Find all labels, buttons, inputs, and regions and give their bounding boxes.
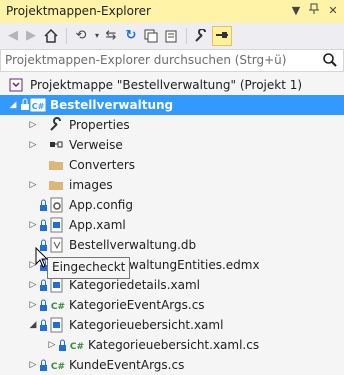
tree-item-label: Kategorieuebersicht.xaml [69,318,224,332]
tree-item-label: Kategorieuebersicht.xaml.cs [88,338,260,352]
back-icon[interactable]: ◀ [4,27,22,45]
svg-text:C#: C# [70,342,84,352]
lock-icon [40,219,47,231]
title-bar: Projektmappen-Explorer ▼ ✕ [0,0,344,23]
tree-item-label: KategorieEventArgs.cs [69,298,205,312]
show-all-files-icon[interactable] [162,27,180,45]
tree-item-images[interactable]: ▷ images [0,175,344,195]
tree-item-label: KundeEventArgs.cs [69,358,185,372]
references-icon [50,141,63,148]
tree-item-label: Bestellverwaltung [50,98,174,112]
search-icon[interactable] [322,52,338,68]
config-file-icon [50,197,63,213]
tree-item-label: Properties [69,118,130,132]
xaml-file-icon [50,277,63,293]
csharp-file-icon: C# [70,342,84,352]
lock-icon [40,299,47,311]
csharp-project-icon: C# [30,98,46,112]
tree-item-kunde-event-args[interactable]: ▷ C# KundeEventArgs.cs [0,355,344,375]
expand-arrow-icon[interactable]: ▷ [28,179,38,191]
svg-text:C#: C# [51,362,65,372]
expand-arrow-icon[interactable]: ▷ [28,119,38,131]
xaml-file-icon [50,317,63,333]
tree-item-db[interactable]: Bestellverwaltung.db [0,235,344,255]
toolbar: ◀ ▶ ⟲ ▾ ⇆ ↻ [0,23,344,50]
search-input[interactable] [5,51,305,68]
tree-item-solution[interactable]: Projektmappe "Bestellverwaltung" (Projek… [0,75,344,95]
solution-icon [9,78,23,92]
tree-item-label: Verweise [69,138,123,152]
properties-wrench-icon[interactable] [192,27,210,45]
lock-icon [40,359,47,371]
preview-pin-icon[interactable] [212,26,232,46]
xaml-file-icon [50,217,63,233]
tree-item-kategorieuebersicht-cs[interactable]: ▷ C# Kategorieuebersicht.xaml.cs [0,335,344,355]
tree-item-app-xaml[interactable]: ▷ App.xaml [0,215,344,235]
tree-item-label: App.xaml [69,218,126,232]
folder-icon [49,181,63,190]
expand-arrow-icon[interactable]: ▷ [28,359,38,371]
svg-text:C#: C# [32,102,45,111]
forward-icon[interactable]: ▶ [22,27,40,45]
expand-arrow-icon[interactable]: ▷ [28,219,38,231]
tree-item-kategorieuebersicht[interactable]: ◢ Kategorieuebersicht.xaml [0,315,344,335]
tree-item-project[interactable]: ◢ C# Bestellverwaltung [0,95,344,115]
expand-arrow-icon[interactable]: ▷ [28,279,38,291]
expand-arrow-icon[interactable]: ▷ [28,299,38,311]
sync-icon[interactable]: ⇆ [102,27,120,45]
refresh-icon[interactable]: ↻ [122,27,140,45]
tree-item-label: Kategoriedetails.xaml [69,278,200,292]
expand-arrow-icon[interactable]: ▷ [28,139,38,151]
lock-icon [40,199,47,211]
tree-item-label: Converters [69,158,136,172]
lock-icon [40,319,47,331]
wrench-icon [50,117,61,131]
lock-icon [40,279,47,291]
tree-item-converters[interactable]: Converters [0,155,344,175]
pin-icon[interactable] [306,3,322,19]
database-file-icon [50,237,63,253]
folder-icon [49,161,63,170]
tree-item-label: Bestellverwaltung.db [69,238,197,252]
collapse-arrow-icon[interactable]: ◢ [28,319,38,331]
lock-icon [59,339,66,351]
tree-item-label: App.config [69,198,133,212]
collapse-all-icon[interactable] [142,27,160,45]
collapse-arrow-icon[interactable]: ◢ [8,99,18,111]
close-icon[interactable]: ✕ [325,3,341,19]
tree-item-app-config[interactable]: App.config [0,195,344,215]
mouse-cursor-icon [35,247,49,268]
tree-item-kategorie-event-args[interactable]: ▷ C# KategorieEventArgs.cs [0,295,344,315]
csharp-file-icon: C# [51,362,65,372]
checked-in-tooltip: Eingecheckt [47,257,131,279]
expand-arrow-icon[interactable]: ▷ [47,339,57,351]
window-title: Projektmappen-Explorer [6,4,151,18]
tree-item-label: Projektmappe "Bestellverwaltung" (Projek… [30,78,303,92]
tree-item-label: images [69,178,113,192]
svg-text:C#: C# [51,302,65,312]
tree-item-references[interactable]: ▷ Verweise [0,135,344,155]
search-box[interactable] [0,49,344,72]
solution-tree: Projektmappe "Bestellverwaltung" (Projek… [0,72,344,372]
tree-item-properties[interactable]: ▷ Properties [0,115,344,135]
dropdown-arrow-icon[interactable]: ▼ [288,3,304,19]
home-icon[interactable] [42,27,60,45]
lock-icon [21,98,29,110]
csharp-file-icon: C# [51,302,65,312]
